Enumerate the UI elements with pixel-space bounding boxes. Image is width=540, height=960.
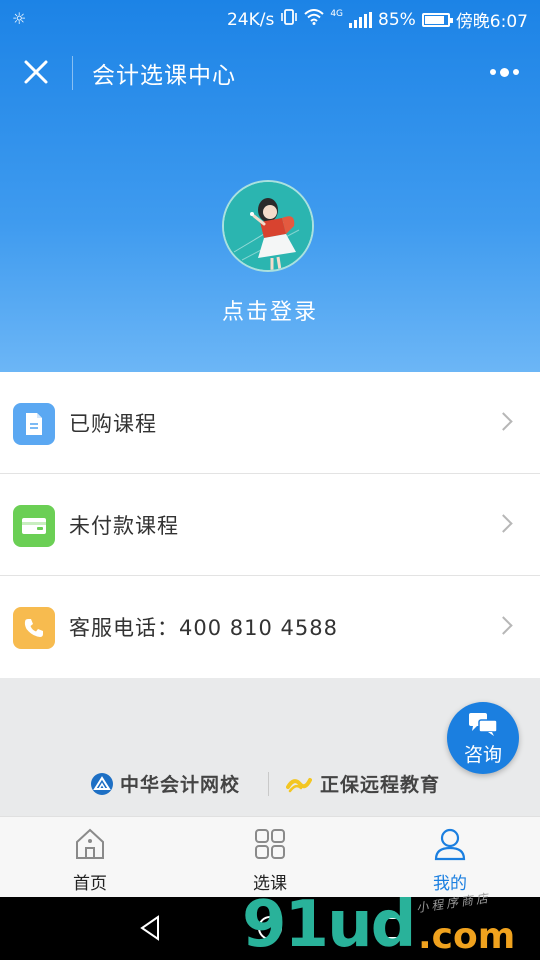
brand-cdel: 正保远程教育 bbox=[286, 770, 440, 797]
user-icon bbox=[434, 828, 466, 861]
brightness-icon: ☼ bbox=[12, 9, 27, 28]
brand-name: 中华会计网校 bbox=[120, 774, 241, 796]
tab-bar: 首页 选课 我的 bbox=[0, 816, 540, 897]
clock: 傍晚6:07 bbox=[455, 12, 528, 32]
system-nav-bar bbox=[0, 897, 540, 960]
more-dot-icon bbox=[489, 69, 496, 75]
grid-icon bbox=[255, 829, 285, 859]
menu-item-label: 客服电话：400 810 4588 bbox=[69, 616, 338, 640]
tab-mine[interactable]: 我的 bbox=[360, 817, 540, 898]
tab-home[interactable]: 首页 bbox=[0, 817, 180, 898]
menu-list: 已购课程 未付款课程 客服电话：400 810 4588 bbox=[0, 372, 540, 678]
brand-name: 正保远程教育 bbox=[320, 774, 441, 796]
chat-bubble-icon bbox=[469, 713, 498, 736]
wallet-icon bbox=[13, 505, 55, 547]
home-button[interactable] bbox=[255, 913, 285, 943]
tab-label: 选课 bbox=[253, 874, 287, 894]
cdel-logo-icon bbox=[286, 777, 312, 792]
avatar[interactable] bbox=[222, 180, 314, 272]
brand-chinaacc: 中华会计网校 bbox=[90, 770, 240, 797]
chinaacc-logo-icon bbox=[91, 772, 113, 795]
phone-icon bbox=[13, 607, 55, 649]
avatar-illustration bbox=[224, 182, 312, 270]
login-link[interactable]: 点击登录 bbox=[0, 294, 540, 326]
network-type: 4G bbox=[330, 8, 344, 19]
chevron-right-icon bbox=[494, 412, 513, 431]
menu-item-customer-service[interactable]: 客服电话：400 810 4588 bbox=[0, 576, 540, 678]
brand-row: 中华会计网校 正保远程教育 bbox=[0, 770, 540, 800]
back-triangle-icon bbox=[140, 915, 159, 941]
tab-courses[interactable]: 选课 bbox=[180, 817, 360, 898]
consult-label: 咨询 bbox=[463, 744, 502, 766]
close-button[interactable] bbox=[14, 50, 58, 94]
menu-item-purchased-courses[interactable]: 已购课程 bbox=[0, 372, 540, 474]
battery-icon bbox=[421, 12, 453, 27]
more-button[interactable] bbox=[484, 58, 524, 86]
menu-item-label: 未付款课程 bbox=[69, 514, 179, 538]
back-button[interactable] bbox=[136, 913, 166, 943]
document-icon bbox=[13, 403, 55, 445]
recents-square-icon bbox=[380, 917, 402, 939]
menu-item-label: 已购课程 bbox=[69, 412, 157, 436]
tab-label: 首页 bbox=[73, 874, 107, 894]
brand-divider bbox=[268, 772, 269, 796]
home-circle-icon bbox=[258, 916, 282, 940]
close-icon bbox=[24, 60, 48, 84]
more-dot-icon bbox=[499, 67, 509, 77]
home-icon bbox=[76, 828, 104, 859]
network-speed: 24K/s bbox=[226, 9, 275, 30]
chevron-right-icon bbox=[494, 514, 513, 533]
chevron-right-icon bbox=[494, 616, 513, 635]
page-title: 会计选课中心 bbox=[92, 63, 236, 89]
nav-divider bbox=[72, 56, 73, 90]
vibrate-icon bbox=[280, 8, 298, 31]
menu-item-unpaid-courses[interactable]: 未付款课程 bbox=[0, 474, 540, 576]
battery-percent: 85% bbox=[378, 9, 416, 30]
nav-bar: 会计选课中心 bbox=[0, 36, 540, 108]
tab-label: 我的 bbox=[433, 874, 467, 894]
status-bar: ☼ 24K/s 4G 85% 傍晚6:07 bbox=[0, 0, 540, 36]
consult-button[interactable]: 咨询 bbox=[447, 702, 519, 774]
signal-icon bbox=[349, 11, 373, 28]
wifi-icon bbox=[304, 9, 324, 30]
recents-button[interactable] bbox=[376, 913, 406, 943]
more-dot-icon bbox=[512, 69, 519, 75]
